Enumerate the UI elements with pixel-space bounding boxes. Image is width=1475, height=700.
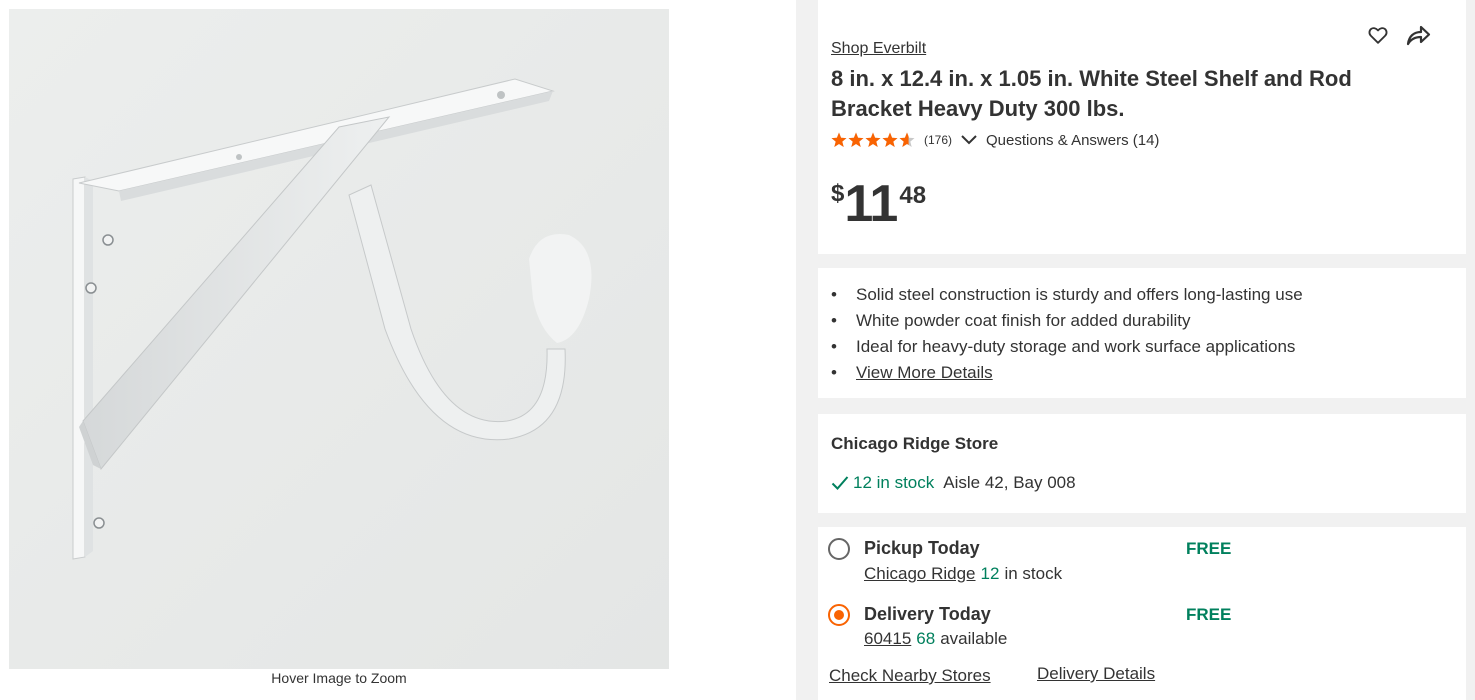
product-title: 8 in. x 12.4 in. x 1.05 in. White Steel … bbox=[831, 66, 1352, 121]
star-icon bbox=[831, 132, 847, 147]
heart-icon bbox=[1368, 27, 1388, 44]
highlight-item: White powder coat finish for added durab… bbox=[831, 308, 1303, 334]
favorite-button[interactable] bbox=[1367, 24, 1389, 46]
pickup-price: FREE bbox=[1186, 539, 1232, 558]
shop-brand-link[interactable]: Shop Everbilt bbox=[831, 40, 926, 58]
price-dollars: 11 bbox=[844, 175, 898, 233]
highlights-list: Solid steel construction is sturdy and o… bbox=[831, 282, 1303, 386]
pickup-qty-suffix: in stock bbox=[1004, 564, 1063, 583]
pickup-radio[interactable] bbox=[828, 538, 850, 560]
store-name: Chicago Ridge Store bbox=[831, 434, 999, 453]
pickup-store-link[interactable]: Chicago Ridge bbox=[864, 564, 976, 584]
highlights-card: Solid steel construction is sturdy and o… bbox=[818, 268, 1466, 398]
check-icon bbox=[831, 476, 849, 490]
pickup-qty: 12 bbox=[980, 564, 1000, 583]
rating-row: (176) Questions & Answers (14) bbox=[831, 130, 1159, 150]
pickup-details: Chicago Ridge 12 in stock bbox=[864, 564, 1062, 584]
delivery-title[interactable]: Delivery Today bbox=[864, 604, 991, 625]
product-info-panel: Shop Everbilt 8 in. x 12.4 in. x 1.05 in… bbox=[796, 0, 1475, 700]
delivery-radio[interactable] bbox=[828, 604, 850, 626]
highlight-item: Solid steel construction is sturdy and o… bbox=[831, 282, 1303, 308]
store-card: Chicago Ridge Store 12 in stock Aisle 42… bbox=[818, 414, 1466, 513]
title-card: Shop Everbilt 8 in. x 12.4 in. x 1.05 in… bbox=[818, 0, 1466, 254]
star-rating[interactable] bbox=[831, 131, 916, 149]
share-button[interactable] bbox=[1404, 22, 1432, 48]
stock-row: 12 in stock Aisle 42, Bay 008 bbox=[831, 473, 1076, 493]
fulfillment-card: Pickup Today FREE Chicago Ridge 12 in st… bbox=[818, 527, 1466, 700]
chevron-down-icon[interactable] bbox=[960, 133, 978, 147]
delivery-details: 60415 68 available bbox=[864, 629, 1007, 649]
star-icon bbox=[899, 132, 915, 147]
view-more-item: View More Details bbox=[831, 360, 1303, 386]
pickup-title[interactable]: Pickup Today bbox=[864, 538, 980, 559]
product-image[interactable] bbox=[9, 9, 669, 669]
price: $ 11 48 bbox=[831, 178, 926, 230]
price-dollar-sign: $ bbox=[831, 180, 845, 207]
price-cents: 48 bbox=[899, 182, 927, 209]
delivery-price: FREE bbox=[1186, 605, 1232, 624]
delivery-details-link[interactable]: Delivery Details bbox=[1037, 664, 1155, 684]
delivery-qty-suffix: available bbox=[940, 629, 1008, 648]
check-nearby-stores-link[interactable]: Check Nearby Stores bbox=[829, 666, 991, 686]
review-count[interactable]: (176) bbox=[924, 133, 952, 147]
star-icon bbox=[848, 132, 864, 147]
star-icon bbox=[865, 132, 881, 147]
bracket-illustration bbox=[9, 9, 669, 669]
view-more-details-link[interactable]: View More Details bbox=[856, 363, 993, 382]
questions-answers-link[interactable]: Questions & Answers (14) bbox=[986, 132, 1159, 149]
star-icon bbox=[882, 132, 898, 147]
delivery-qty: 68 bbox=[916, 629, 936, 648]
share-icon bbox=[1406, 25, 1431, 46]
zoom-hint: Hover Image to Zoom bbox=[271, 670, 407, 686]
delivery-zip-link[interactable]: 60415 bbox=[864, 629, 911, 649]
stock-status: 12 in stock bbox=[853, 473, 935, 492]
highlight-item: Ideal for heavy-duty storage and work su… bbox=[831, 334, 1303, 360]
aisle-location: Aisle 42, Bay 008 bbox=[943, 473, 1076, 492]
